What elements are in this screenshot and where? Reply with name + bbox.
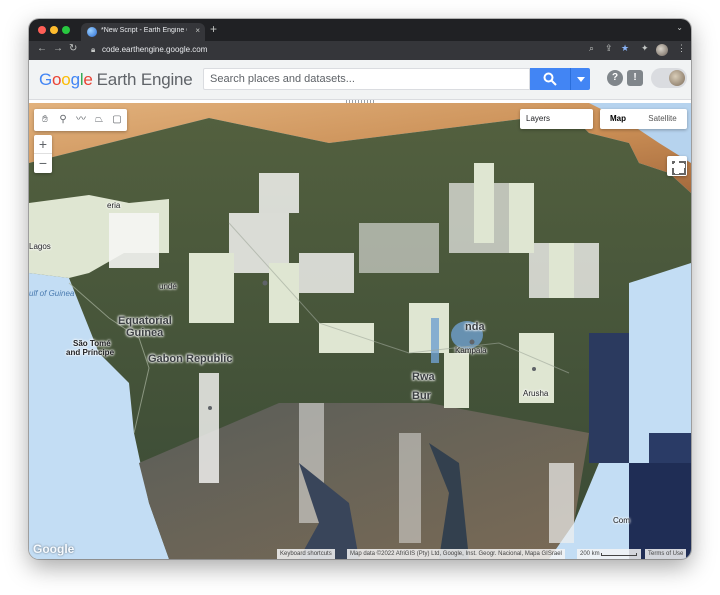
minimize-window-button[interactable] xyxy=(50,26,58,34)
fullscreen-icon xyxy=(669,164,685,168)
browser-toolbar: ← → ↻ 🔒︎ code.earthengine.google.com ⌕ ⇪… xyxy=(29,41,691,60)
map-view[interactable]: Lagos eria ulf of Guinea undé Equatorial… xyxy=(29,103,691,559)
map-label-rwanda: Rwa xyxy=(412,371,435,383)
forward-icon[interactable]: → xyxy=(53,43,63,54)
tab-title: *New Script - Earth Engine Co xyxy=(101,27,187,34)
pan-hand-icon[interactable]: ✋︎ xyxy=(37,112,53,128)
lock-icon[interactable]: 🔒︎ xyxy=(91,45,95,55)
search-button[interactable] xyxy=(530,68,570,90)
map-label-gabon: Gabon xyxy=(148,353,183,365)
map-type-control: Map Satellite xyxy=(600,109,687,129)
star-icon[interactable]: ★ xyxy=(621,43,629,54)
search-options-dropdown[interactable] xyxy=(570,68,590,90)
drawing-tools: ✋︎ ⚲ 〰 ⏢ ▢ xyxy=(34,109,127,131)
map-label-comoros: Com xyxy=(613,516,630,525)
maximize-window-button[interactable] xyxy=(62,26,70,34)
earth-engine-header: GoogleEarth Engine ? ! xyxy=(29,60,691,100)
polygon-icon[interactable]: ⏢ xyxy=(91,112,107,128)
map-data-attribution: Map data ©2022 AfriGIS (Pty) Ltd, Google… xyxy=(347,549,565,559)
map-label-republic: Republic xyxy=(186,353,233,365)
menu-icon[interactable]: ⋮ xyxy=(677,43,686,54)
map-label-lagos: Lagos xyxy=(29,242,51,251)
search-input[interactable] xyxy=(204,69,529,89)
search-box xyxy=(203,68,530,90)
marker-icon[interactable]: ⚲ xyxy=(55,112,71,128)
zoom-control: + − xyxy=(34,135,52,173)
scale-label: 200 km xyxy=(580,551,600,557)
keyboard-shortcuts-link[interactable]: Keyboard shortcuts xyxy=(277,549,335,559)
earth-engine-favicon-icon xyxy=(87,27,97,37)
map-label-principe: and Príncipe xyxy=(66,348,115,357)
help-icon[interactable]: ? xyxy=(607,70,623,86)
map-label-kampala: Kampala xyxy=(455,346,487,355)
tab-strip: *New Script - Earth Engine Co × + ⌄ xyxy=(29,19,691,41)
feedback-icon[interactable]: ! xyxy=(627,70,643,86)
layers-dropdown[interactable]: Layers xyxy=(520,109,593,129)
avatar xyxy=(669,70,685,86)
map-label-gulf-of-guinea: ulf of Guinea xyxy=(29,289,75,298)
google-earth-engine-logo: Google Earth Engine xyxy=(39,70,193,89)
browser-tab[interactable]: *New Script - Earth Engine Co × xyxy=(81,23,205,41)
extensions-icon[interactable]: ✦ xyxy=(641,43,649,54)
map-type-map-button[interactable]: Map xyxy=(600,109,636,129)
zoom-icon[interactable]: ⌕ xyxy=(589,43,594,54)
zoom-out-button[interactable]: − xyxy=(34,154,52,173)
search-icon xyxy=(543,72,557,86)
map-label-equatorial: Equatorial xyxy=(118,315,172,327)
browser-window: *New Script - Earth Engine Co × + ⌄ ← → … xyxy=(29,19,691,559)
map-label-nigeria: eria xyxy=(107,201,121,210)
close-window-button[interactable] xyxy=(38,26,46,34)
scale-bar-line xyxy=(601,553,637,556)
address-bar[interactable]: code.earthengine.google.com xyxy=(102,45,207,54)
tab-close-icon[interactable]: × xyxy=(195,26,200,35)
map-type-satellite-button[interactable]: Satellite xyxy=(638,109,687,129)
product-name: Earth Engine xyxy=(96,70,193,89)
reload-icon[interactable]: ↻ xyxy=(69,43,77,54)
share-icon[interactable]: ⇪ xyxy=(605,43,613,54)
scale-bar[interactable]: 200 km xyxy=(577,549,641,559)
map-label-arusha: Arusha xyxy=(523,389,549,398)
map-label-burundi: Bur xyxy=(412,390,431,402)
map-label-yaounde: undé xyxy=(159,282,177,291)
fullscreen-button[interactable] xyxy=(667,156,687,176)
tab-search-icon[interactable]: ⌄ xyxy=(676,23,683,32)
map-label-uganda: nda xyxy=(465,321,485,333)
zoom-in-button[interactable]: + xyxy=(34,135,52,154)
terms-of-use-link[interactable]: Terms of Use xyxy=(645,549,687,559)
line-icon[interactable]: 〰 xyxy=(73,112,89,128)
map-label-sao-tome: São Tomé xyxy=(73,339,111,348)
new-tab-button[interactable]: + xyxy=(210,22,217,36)
map-label-guinea: Guinea xyxy=(126,327,164,339)
profile-icon[interactable] xyxy=(656,44,668,56)
google-watermark: Google xyxy=(33,542,75,556)
back-icon[interactable]: ← xyxy=(37,43,47,54)
rectangle-icon[interactable]: ▢ xyxy=(109,112,125,128)
account-button[interactable] xyxy=(651,68,687,88)
